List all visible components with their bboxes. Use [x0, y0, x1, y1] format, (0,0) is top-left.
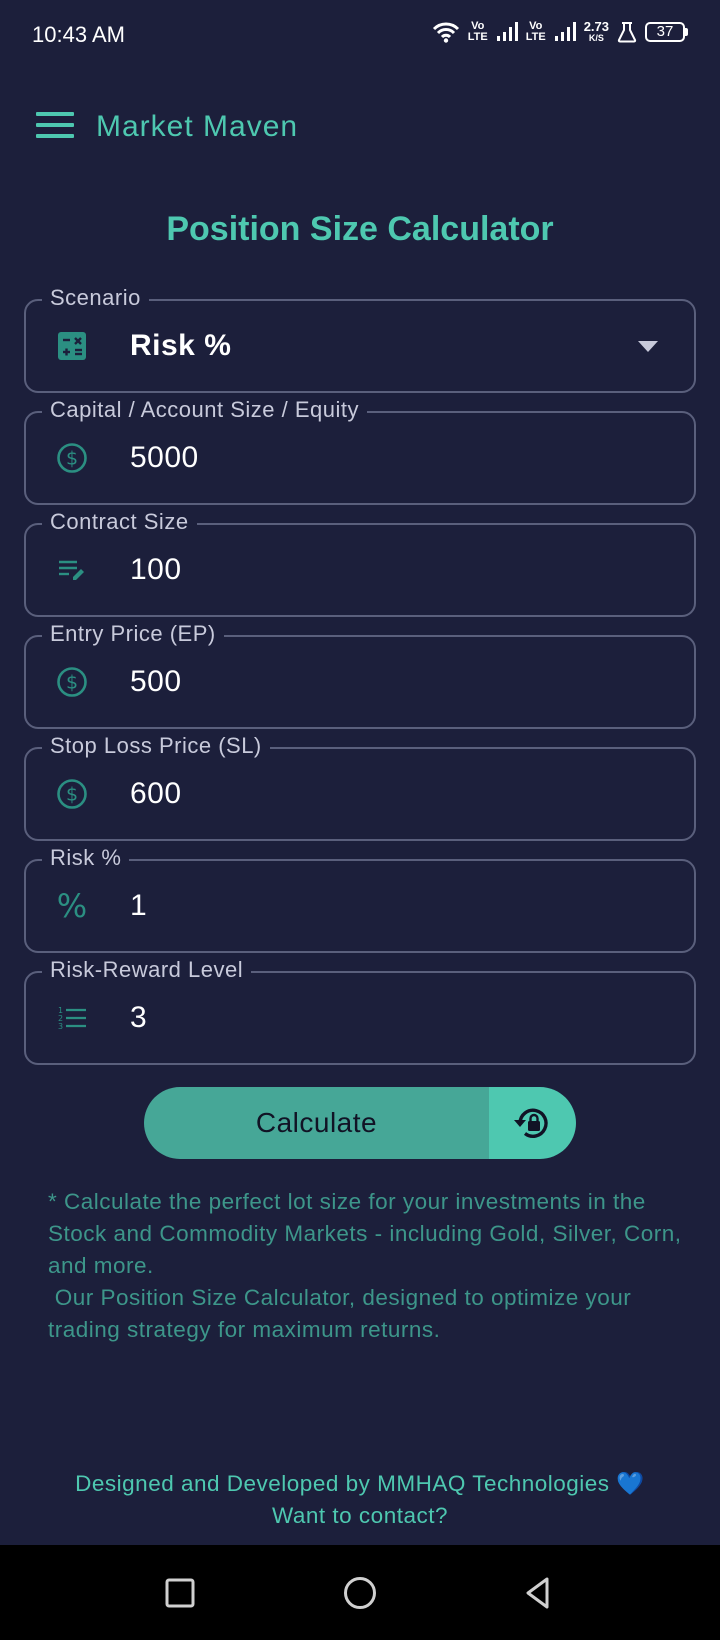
capital-field[interactable]: Capital / Account Size / Equity $ 5000 [24, 396, 696, 505]
app-screen: 10:43 AM Vo LTE Vo LTE 2.73 K/S 37 Marke… [0, 0, 720, 1640]
scenario-value: Risk % [130, 329, 232, 362]
flask-icon [617, 21, 637, 42]
reset-button[interactable] [489, 1087, 576, 1159]
back-icon[interactable] [520, 1575, 556, 1611]
stop-loss-field[interactable]: Stop Loss Price (SL) $ 600 [24, 732, 696, 841]
lock-reset-icon [513, 1108, 548, 1138]
risk-percent-label: Risk % [42, 844, 130, 872]
description-line-1: * Calculate the perfect lot size for you… [48, 1189, 682, 1278]
signal-icon-2 [554, 21, 576, 41]
volte-label-2: Vo LTE [525, 19, 546, 43]
entry-price-label: Entry Price (EP) [42, 620, 224, 648]
capital-label: Capital / Account Size / Equity [42, 396, 367, 424]
battery-icon: 37 [645, 21, 688, 42]
page-title: Position Size Calculator [166, 210, 554, 248]
volte-label: Vo LTE [467, 19, 488, 43]
svg-text:$: $ [66, 672, 78, 694]
capital-value: 5000 [130, 441, 199, 474]
risk-reward-label: Risk-Reward Level [42, 956, 252, 984]
contract-size-value: 100 [130, 553, 182, 586]
risk-percent-value: 1 [130, 889, 148, 922]
description-text: * Calculate the perfect lot size for you… [48, 1186, 688, 1346]
footer-credit-line: Designed and Developed by MMHAQ Technolo… [0, 1468, 720, 1500]
footer-credit: Designed and Developed by MMHAQ Technolo… [75, 1471, 610, 1496]
svg-text:$: $ [66, 448, 78, 470]
app-bar: Market Maven [0, 96, 720, 160]
dollar-icon: $ [57, 443, 87, 473]
stop-loss-label: Stop Loss Price (SL) [42, 732, 270, 760]
battery-cap [685, 27, 688, 36]
risk-percent-field[interactable]: Risk % % 1 [24, 844, 696, 953]
footer: Designed and Developed by MMHAQ Technolo… [0, 1468, 720, 1532]
net-speed-unit: K/S [588, 33, 604, 43]
battery-level: 37 [645, 21, 685, 42]
calculate-button[interactable]: Calculate [144, 1087, 489, 1159]
contract-size-field[interactable]: Contract Size 100 [24, 508, 696, 617]
dollar-icon: $ [57, 779, 87, 809]
app-title: Market Maven [96, 110, 299, 143]
risk-reward-field[interactable]: Risk-Reward Level 1 2 3 3 [24, 956, 696, 1065]
edit-list-icon [59, 560, 84, 580]
entry-price-field[interactable]: Entry Price (EP) $ 500 [24, 620, 696, 729]
scenario-dropdown[interactable]: Scenario Risk % [24, 284, 696, 393]
heart-icon: 💙 [616, 1471, 645, 1496]
hamburger-menu-icon[interactable] [36, 112, 74, 142]
scenario-label: Scenario [42, 284, 149, 312]
calculate-button-group: Calculate [144, 1087, 576, 1159]
numbered-list-icon: 1 2 3 [58, 1006, 86, 1031]
signal-icon [496, 21, 518, 41]
volte-icon: Vo LTE [467, 19, 488, 43]
percent-icon: % [57, 890, 87, 922]
chevron-down-icon[interactable] [638, 341, 658, 352]
recent-apps-icon[interactable] [162, 1575, 198, 1611]
status-bar: 10:43 AM Vo LTE Vo LTE 2.73 K/S 37 [0, 0, 720, 72]
system-nav-bar [0, 1545, 720, 1640]
risk-reward-value: 3 [130, 1001, 148, 1034]
net-speed-value: 2.73 [583, 19, 609, 34]
contract-size-label: Contract Size [42, 508, 197, 536]
stop-loss-value: 600 [130, 777, 182, 810]
contact-link[interactable]: Want to contact? [0, 1500, 720, 1532]
net-speed: 2.73 K/S [584, 20, 609, 43]
home-icon[interactable] [342, 1575, 378, 1611]
volte-icon-2: Vo LTE [525, 19, 546, 43]
status-icons: Vo LTE Vo LTE 2.73 K/S 37 [432, 20, 688, 43]
entry-price-value: 500 [130, 665, 182, 698]
description-line-2: Our Position Size Calculator, designed t… [48, 1285, 639, 1342]
svg-text:3: 3 [58, 1022, 63, 1031]
wifi-icon [432, 22, 459, 43]
calculator-icon [58, 332, 86, 360]
svg-text:%: % [57, 890, 87, 922]
dollar-icon: $ [57, 667, 87, 697]
svg-text:$: $ [66, 784, 78, 806]
status-time: 10:43 AM [32, 22, 125, 47]
